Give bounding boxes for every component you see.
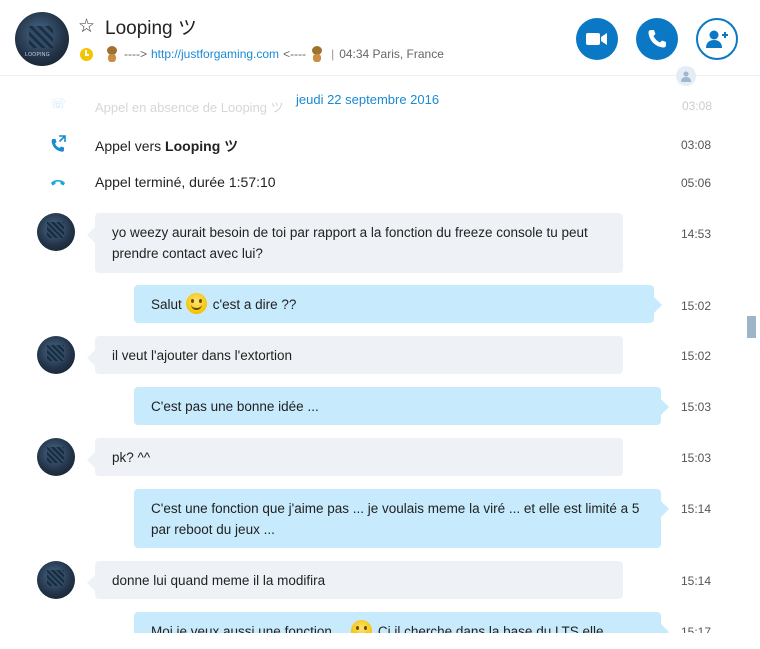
- outgoing-message[interactable]: C'est une fonction que j'aime pas ... je…: [134, 489, 669, 548]
- incoming-message[interactable]: yo weezy aurait besoin de toi par rappor…: [87, 213, 623, 273]
- smiley-emoticon-icon: [350, 619, 372, 633]
- monkey-emoticon-icon: [310, 45, 324, 63]
- call-time: 05:06: [681, 176, 712, 190]
- local-time: 04:34 Paris, France: [339, 47, 444, 61]
- outgoing-message[interactable]: Moi je veux aussi une fonction ... Ci il …: [134, 612, 669, 633]
- mood-message: ----> http://justforgaming.com <---- | 0…: [105, 44, 444, 64]
- message-text: Ci il cherche dans la base du LTS elle: [377, 624, 604, 633]
- outgoing-message[interactable]: C'est pas une bonne idée ...: [134, 387, 669, 425]
- conversation-header: LOOPING ☆ Looping ツ ----> http://justfor…: [0, 0, 760, 76]
- conversation-area[interactable]: ☏ Appel en absence de Looping ツ 03:08 je…: [0, 77, 760, 633]
- message-time: 15:17: [681, 625, 712, 633]
- message-text: C'est une fonction que j'aime pas ... je…: [151, 501, 640, 537]
- contact-name[interactable]: Looping ツ: [105, 17, 197, 41]
- message-text: C'est pas une bonne idée ...: [151, 399, 319, 414]
- message-time: 15:02: [681, 299, 712, 313]
- outgoing-call-icon: [51, 135, 66, 152]
- video-camera-icon: [586, 33, 607, 45]
- incoming-message[interactable]: il veut l'ajouter dans l'extortion: [87, 336, 623, 374]
- add-contact-icon: [706, 30, 728, 48]
- mood-separator: |: [331, 47, 335, 61]
- sender-avatar[interactable]: [37, 213, 75, 251]
- message-text: il veut l'ajouter dans l'extortion: [112, 348, 293, 363]
- favorite-star-icon[interactable]: ☆: [78, 16, 95, 38]
- smiley-emoticon-icon: [185, 292, 207, 314]
- outgoing-message[interactable]: Salut c'est a dire ??: [134, 285, 662, 323]
- missed-call-time: 03:08: [682, 99, 713, 113]
- scrollbar-thumb[interactable]: [747, 316, 756, 338]
- call-label: Appel terminé, durée 1:57:10: [95, 174, 276, 190]
- sender-avatar[interactable]: [37, 336, 75, 374]
- audio-call-button[interactable]: [636, 18, 678, 60]
- incoming-message[interactable]: donne lui quand meme il la modifira: [87, 561, 623, 599]
- call-ended-icon: [51, 180, 65, 186]
- message-time: 15:03: [681, 400, 712, 414]
- away-status-icon: [80, 48, 93, 61]
- add-people-button[interactable]: [696, 18, 738, 60]
- message-text: Moi je veux aussi une fonction ...: [151, 624, 347, 633]
- date-separator: jeudi 22 septembre 2016: [296, 92, 440, 107]
- phone-icon: [648, 30, 666, 48]
- sender-avatar[interactable]: [37, 561, 75, 599]
- mood-arrow-right: <----: [283, 47, 307, 61]
- message-text: c'est a dire ??: [212, 297, 297, 312]
- monkey-emoticon-icon: [105, 45, 119, 63]
- message-text: yo weezy aurait besoin de toi par rappor…: [112, 225, 588, 261]
- call-event: Appel terminé, durée 1:57:10 05:06: [0, 173, 740, 193]
- message-time: 14:53: [681, 227, 712, 241]
- missed-call-notice: Appel en absence de Looping ツ: [95, 100, 284, 115]
- message-time: 15:14: [681, 574, 712, 588]
- message-text: Salut: [151, 297, 182, 312]
- call-contact-name: Looping ツ: [165, 138, 239, 154]
- message-text: donne lui quand meme il la modifira: [112, 573, 326, 588]
- message-time: 15:02: [681, 349, 712, 363]
- call-time: 03:08: [681, 138, 712, 152]
- incoming-message[interactable]: pk? ^^: [87, 438, 623, 476]
- contact-avatar[interactable]: LOOPING: [15, 12, 69, 66]
- message-time: 15:03: [681, 451, 712, 465]
- message-time: 15:14: [681, 502, 712, 516]
- mood-link[interactable]: http://justforgaming.com: [151, 47, 279, 61]
- call-event: Appel vers Looping ツ 03:08: [0, 135, 740, 155]
- video-call-button[interactable]: [576, 18, 618, 60]
- sender-avatar[interactable]: [37, 438, 75, 476]
- missed-call-icon: ☏: [50, 96, 67, 111]
- message-text: pk? ^^: [112, 450, 151, 465]
- mood-arrow-left: ---->: [124, 47, 147, 61]
- call-label: Appel vers: [95, 138, 166, 154]
